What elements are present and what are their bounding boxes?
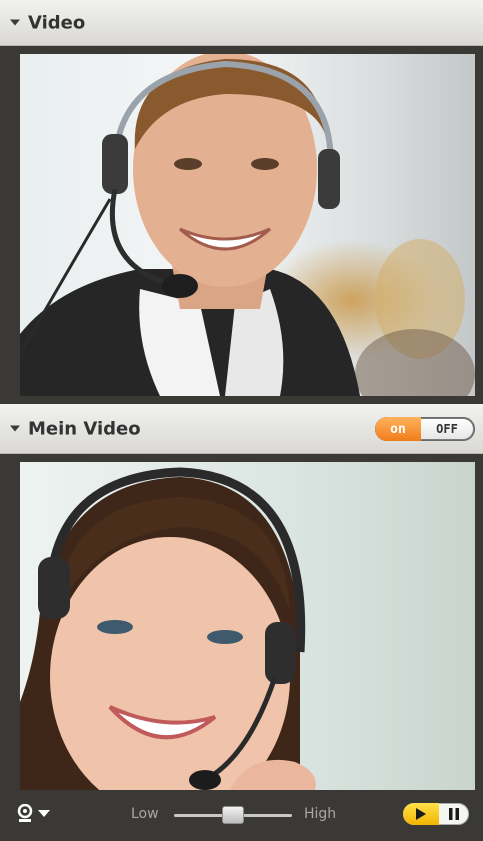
camera-menu-button[interactable] (16, 804, 50, 824)
self-person-image (20, 467, 316, 790)
my-video-on-off-switch[interactable]: on OFF (375, 417, 475, 441)
pause-button[interactable] (439, 803, 469, 825)
switch-off-label: OFF (421, 419, 473, 439)
play-pause-control (403, 803, 469, 825)
quality-high-label: High (304, 806, 337, 822)
switch-on-label: on (375, 417, 421, 441)
video-panel-header: Video (0, 0, 483, 46)
pause-icon (449, 808, 459, 820)
quality-slider[interactable] (174, 806, 292, 824)
dropdown-arrow-icon (38, 810, 50, 817)
my-video-panel-header: Mein Video on OFF (0, 404, 483, 454)
self-video-frame (0, 454, 483, 790)
my-video-panel-collapse-toggle[interactable]: Mein Video (10, 418, 141, 439)
video-panel-title: Video (28, 12, 86, 33)
quality-low-label: Low (131, 806, 159, 822)
video-panel-collapse-toggle[interactable]: Video (10, 12, 85, 33)
remote-person-image (20, 54, 475, 396)
my-video-panel-title: Mein Video (28, 418, 141, 439)
collapse-triangle-icon (10, 19, 20, 26)
play-button[interactable] (403, 803, 439, 825)
play-icon (416, 808, 426, 820)
webcam-icon (17, 804, 33, 822)
remote-video-feed (20, 54, 475, 396)
quality-slider-handle[interactable] (222, 806, 244, 824)
collapse-triangle-icon (10, 425, 20, 432)
self-video-feed (20, 462, 475, 790)
video-controls-bar: Low High (0, 790, 483, 841)
remote-video-frame (0, 46, 483, 404)
